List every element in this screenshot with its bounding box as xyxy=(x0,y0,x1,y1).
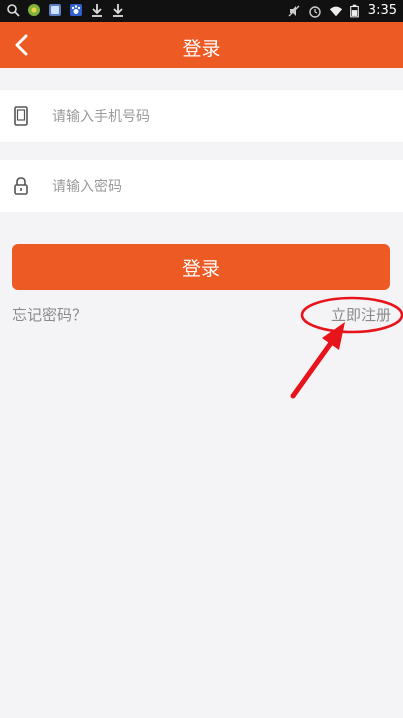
app-icon xyxy=(28,4,40,16)
annotation-arrow-shaft xyxy=(290,333,339,399)
phone-icon xyxy=(14,106,28,126)
download-icon xyxy=(113,4,123,17)
alarm-icon xyxy=(309,5,321,18)
battery-icon xyxy=(349,4,359,17)
status-left-icons xyxy=(6,3,125,17)
mute-icon xyxy=(288,5,300,16)
download-icon xyxy=(92,4,102,17)
paw-icon xyxy=(70,4,82,16)
search-icon xyxy=(7,4,20,17)
status-right-icons: 3:35 xyxy=(287,3,397,18)
phone-field-row xyxy=(0,90,403,142)
phone-input[interactable] xyxy=(50,102,374,132)
password-input[interactable] xyxy=(50,172,374,202)
image-icon xyxy=(49,4,61,16)
password-field-row xyxy=(0,160,403,212)
forgot-password-link[interactable]: 忘记密码？ xyxy=(12,304,87,325)
page-title: 登录 xyxy=(182,38,221,60)
register-link[interactable]: 立即注册 xyxy=(331,304,391,325)
lock-icon xyxy=(14,177,28,195)
header-bar: 登录 xyxy=(0,22,403,68)
status-bar: 3:35 xyxy=(0,0,403,22)
status-time: 3:35 xyxy=(367,3,397,18)
annotation-arrow-head xyxy=(322,322,345,350)
wifi-icon xyxy=(329,6,342,16)
login-button[interactable]: 登录 xyxy=(12,244,390,290)
